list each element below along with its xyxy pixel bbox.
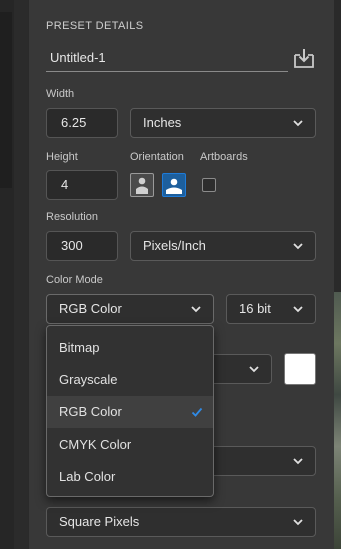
pixel-aspect-value: Square Pixels <box>59 514 140 529</box>
portrait-person-icon <box>136 177 148 194</box>
menu-item-grayscale[interactable]: Grayscale <box>47 364 213 396</box>
orientation-portrait-button[interactable] <box>130 173 154 197</box>
section-title: PRESET DETAILS <box>46 20 144 32</box>
chevron-down-icon <box>293 458 303 465</box>
chevron-down-icon <box>191 306 201 313</box>
landscape-person-icon <box>166 178 182 194</box>
canvas-right-strip <box>334 0 341 549</box>
resolution-unit-select[interactable]: Pixels/Inch <box>130 231 316 261</box>
chevron-down-icon <box>293 120 303 127</box>
background-color-swatch[interactable] <box>284 353 316 385</box>
resolution-input[interactable]: 300 <box>46 231 118 261</box>
color-mode-label: Color Mode <box>46 274 103 286</box>
height-label: Height <box>46 151 78 163</box>
menu-item-lab-color[interactable]: Lab Color <box>47 461 213 493</box>
pixel-aspect-select[interactable]: Square Pixels <box>46 507 316 537</box>
width-input[interactable]: 6.25 <box>46 108 118 138</box>
menu-item-rgb-color[interactable]: RGB Color <box>47 396 213 428</box>
orientation-label: Orientation <box>130 151 184 163</box>
menu-item-cmyk-color[interactable]: CMYK Color <box>47 429 213 461</box>
width-label: Width <box>46 88 75 100</box>
height-input[interactable]: 4 <box>46 170 118 200</box>
checkmark-icon <box>191 407 203 417</box>
chevron-down-icon <box>293 519 303 526</box>
canvas-left-strip <box>0 0 14 549</box>
color-mode-value: RGB Color <box>59 301 122 316</box>
width-unit-select[interactable]: Inches <box>130 108 316 138</box>
menu-item-rgb-color-label: RGB Color <box>59 404 122 419</box>
resolution-unit-value: Pixels/Inch <box>143 238 206 253</box>
orientation-landscape-button[interactable] <box>162 173 186 197</box>
bit-depth-value: 16 bit <box>239 301 271 316</box>
menu-item-bitmap[interactable]: Bitmap <box>47 332 213 364</box>
thumbnail-preview <box>334 292 341 549</box>
resolution-label: Resolution <box>46 211 98 223</box>
save-preset-icon[interactable] <box>292 47 316 69</box>
preset-name-input[interactable]: Untitled-1 <box>46 42 288 72</box>
width-unit-value: Inches <box>143 115 182 130</box>
chevron-down-icon <box>249 366 259 373</box>
bit-depth-select[interactable]: 16 bit <box>226 294 316 324</box>
artboards-label: Artboards <box>200 151 248 163</box>
color-mode-menu: Bitmap Grayscale RGB Color CMYK Color La… <box>46 325 214 497</box>
chevron-down-icon <box>293 306 303 313</box>
chevron-down-icon <box>293 243 303 250</box>
color-mode-select[interactable]: RGB Color <box>46 294 214 324</box>
artboards-checkbox[interactable] <box>202 178 216 192</box>
